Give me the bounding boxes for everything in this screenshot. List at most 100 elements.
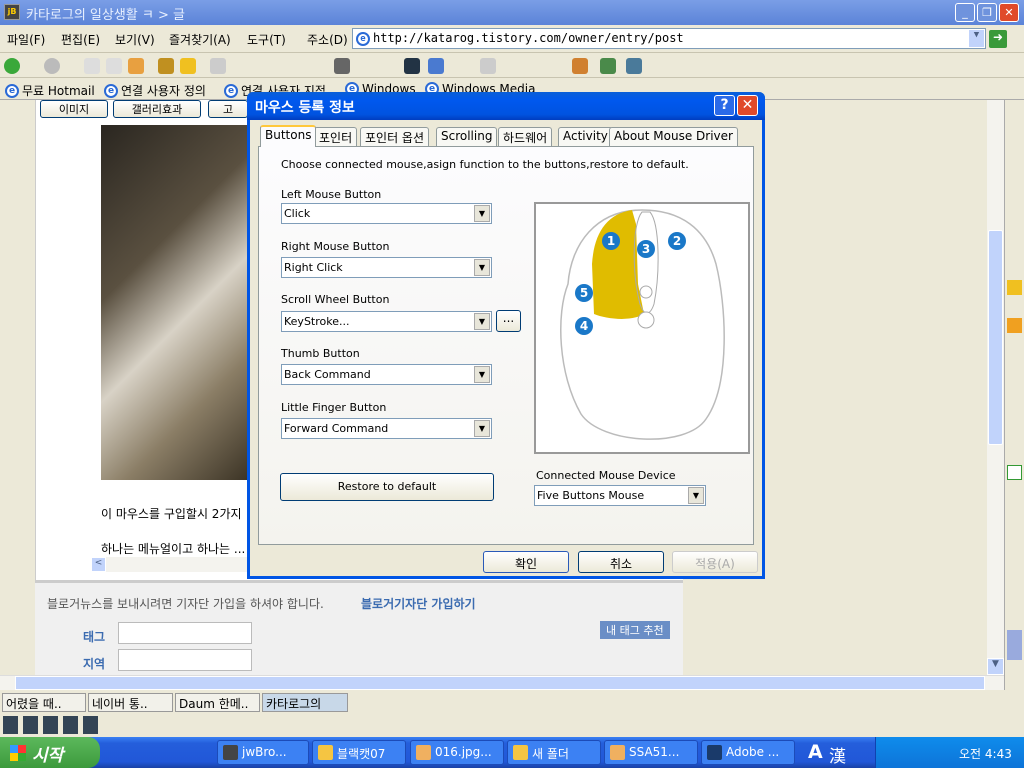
device-select[interactable]: Five Buttons Mouse ▼ bbox=[534, 485, 706, 506]
forward-icon[interactable] bbox=[44, 58, 60, 74]
editor-tab-image[interactable]: 이미지 bbox=[40, 100, 108, 118]
close-button[interactable]: ✕ bbox=[999, 3, 1019, 22]
clock: 오전 4:43 bbox=[959, 747, 1012, 761]
refresh-icon[interactable] bbox=[106, 58, 122, 74]
menu-edit[interactable]: 편집(E) bbox=[61, 31, 100, 48]
viewer-icon bbox=[610, 745, 625, 760]
folder-icon bbox=[513, 745, 528, 760]
task-button[interactable]: jwBro... bbox=[217, 740, 309, 765]
region-label: 지역 bbox=[83, 657, 106, 671]
vertical-scrollbar[interactable]: ▼ bbox=[987, 100, 1004, 675]
picture-icon[interactable] bbox=[404, 58, 420, 74]
address-input[interactable]: e http://katarog.tistory.com/owner/entry… bbox=[352, 28, 986, 49]
expand-icon[interactable] bbox=[1007, 630, 1022, 660]
chevron-down-icon: ▼ bbox=[474, 205, 490, 222]
ime-mode[interactable]: A bbox=[808, 741, 823, 763]
scroll-thumb[interactable] bbox=[988, 230, 1003, 445]
ime-hanja[interactable]: 漢 bbox=[829, 742, 846, 767]
task-button[interactable]: Adobe ... bbox=[701, 740, 795, 765]
mouse-diagram: 1 2 3 4 5 bbox=[534, 202, 750, 454]
star-icon[interactable] bbox=[1007, 280, 1022, 295]
app-icon bbox=[223, 745, 238, 760]
gear-icon[interactable] bbox=[158, 58, 174, 74]
device-label: Connected Mouse Device bbox=[536, 469, 676, 482]
left-button-select[interactable]: Click ▼ bbox=[281, 203, 492, 224]
ie-icon: e bbox=[5, 83, 19, 98]
link-hotmail[interactable]: e 무료 Hotmail bbox=[5, 82, 95, 99]
grid-icon[interactable] bbox=[480, 58, 496, 74]
browser-tab[interactable]: 어렸을 때.. bbox=[2, 693, 86, 712]
marker-3: 3 bbox=[642, 242, 650, 256]
scroll-down-button[interactable]: ▼ bbox=[987, 658, 1004, 675]
join-reporter-link[interactable]: 블로거기자단 가입하기 bbox=[361, 595, 476, 612]
help-button[interactable]: ? bbox=[714, 95, 735, 116]
browser-tab[interactable]: Daum 한메.. bbox=[175, 693, 260, 712]
region-input[interactable] bbox=[118, 649, 252, 671]
apply-button[interactable]: 적용(A) bbox=[672, 551, 758, 573]
menu-view[interactable]: 보기(V) bbox=[115, 31, 155, 48]
note-icon[interactable] bbox=[572, 58, 588, 74]
tab-hardware[interactable]: 하드웨어 bbox=[498, 127, 553, 146]
stop-icon[interactable] bbox=[84, 58, 100, 74]
taskbar: 시작 jwBro... 블랙캣07 016.jpg... 새 폴더 SSA51.… bbox=[0, 737, 1024, 768]
minimize-button[interactable]: _ bbox=[955, 3, 975, 22]
menu-favorites[interactable]: 즐겨찾기(A) bbox=[169, 31, 231, 48]
link-custom1[interactable]: e 연결 사용자 정의 bbox=[104, 82, 206, 99]
start-button[interactable]: 시작 bbox=[0, 737, 100, 768]
maximize-button[interactable]: ❐ bbox=[977, 3, 997, 22]
plugin-icon[interactable] bbox=[334, 58, 350, 74]
hscroll-thumb[interactable] bbox=[15, 676, 985, 690]
media-icon[interactable] bbox=[428, 58, 444, 74]
star-icon[interactable] bbox=[210, 58, 226, 74]
right-button-select[interactable]: Right Click ▼ bbox=[281, 257, 492, 278]
task-button[interactable]: 블랙캣07 bbox=[312, 740, 406, 765]
link-label: 무료 Hotmail bbox=[22, 84, 95, 98]
menu-tools[interactable]: 도구(T) bbox=[247, 31, 286, 48]
horizontal-scrollbar[interactable] bbox=[0, 675, 1004, 690]
home-icon[interactable] bbox=[128, 58, 144, 74]
ie-icon: e bbox=[104, 83, 118, 98]
tab-pointer-options[interactable]: 포인터 옵션 bbox=[360, 127, 430, 146]
tag-recommend-button[interactable]: 내 태그 추천 bbox=[600, 621, 670, 639]
address-dropdown[interactable]: ▼ bbox=[968, 29, 985, 48]
go-button[interactable]: ➜ bbox=[989, 30, 1007, 48]
tab-activity[interactable]: Activity bbox=[558, 127, 613, 146]
menu-file[interactable]: 파일(F) bbox=[7, 31, 45, 48]
description: Choose connected mouse,asign function to… bbox=[281, 158, 689, 171]
thumb-button-select[interactable]: Back Command ▼ bbox=[281, 364, 492, 385]
scroll-button-select[interactable]: KeyStroke... ▼ bbox=[281, 311, 492, 332]
little-finger-select[interactable]: Forward Command ▼ bbox=[281, 418, 492, 439]
quick-bar bbox=[0, 713, 1024, 737]
ok-button[interactable]: 확인 bbox=[483, 551, 569, 573]
task-button[interactable]: SSA51... bbox=[604, 740, 698, 765]
dialog-close-button[interactable]: ✕ bbox=[737, 95, 758, 116]
editor-tab-gallery[interactable]: 갤러리효과 bbox=[113, 100, 201, 118]
task-button[interactable]: 새 폴더 bbox=[507, 740, 601, 765]
restore-default-button[interactable]: Restore to default bbox=[280, 473, 494, 501]
cancel-button[interactable]: 취소 bbox=[578, 551, 664, 573]
browser-tabs: 어렸을 때.. 네이버 통.. Daum 한메.. 카타로그의 bbox=[0, 691, 1024, 713]
sync-icon[interactable] bbox=[600, 58, 616, 74]
sync2-icon[interactable] bbox=[626, 58, 642, 74]
editor-tab-more[interactable]: 고 bbox=[208, 100, 248, 118]
quick-icons[interactable] bbox=[3, 716, 101, 734]
tag-icon[interactable] bbox=[180, 58, 196, 74]
star-icon[interactable] bbox=[1007, 318, 1022, 333]
editor-hscroll[interactable]: < bbox=[91, 557, 261, 572]
tab-about-driver[interactable]: About Mouse Driver bbox=[609, 127, 738, 146]
checkbox-icon[interactable] bbox=[1007, 465, 1022, 480]
keystroke-more-button[interactable]: ... bbox=[496, 310, 521, 332]
scroll-left-button[interactable]: < bbox=[91, 557, 106, 572]
browser-tab-active[interactable]: 카타로그의 bbox=[262, 693, 348, 712]
tab-pointer[interactable]: 포인터 bbox=[314, 127, 358, 146]
tag-input[interactable] bbox=[118, 622, 252, 644]
tab-buttons[interactable]: Buttons bbox=[260, 125, 317, 147]
browser-tab[interactable]: 네이버 통.. bbox=[88, 693, 173, 712]
right-button-label: Right Mouse Button bbox=[281, 240, 390, 253]
task-button[interactable]: 016.jpg... bbox=[410, 740, 504, 765]
viewer-icon bbox=[416, 745, 431, 760]
tab-scrolling[interactable]: Scrolling bbox=[436, 127, 498, 146]
marker-1: 1 bbox=[607, 234, 615, 248]
back-icon[interactable] bbox=[4, 58, 20, 74]
side-toolbar bbox=[1004, 100, 1024, 690]
